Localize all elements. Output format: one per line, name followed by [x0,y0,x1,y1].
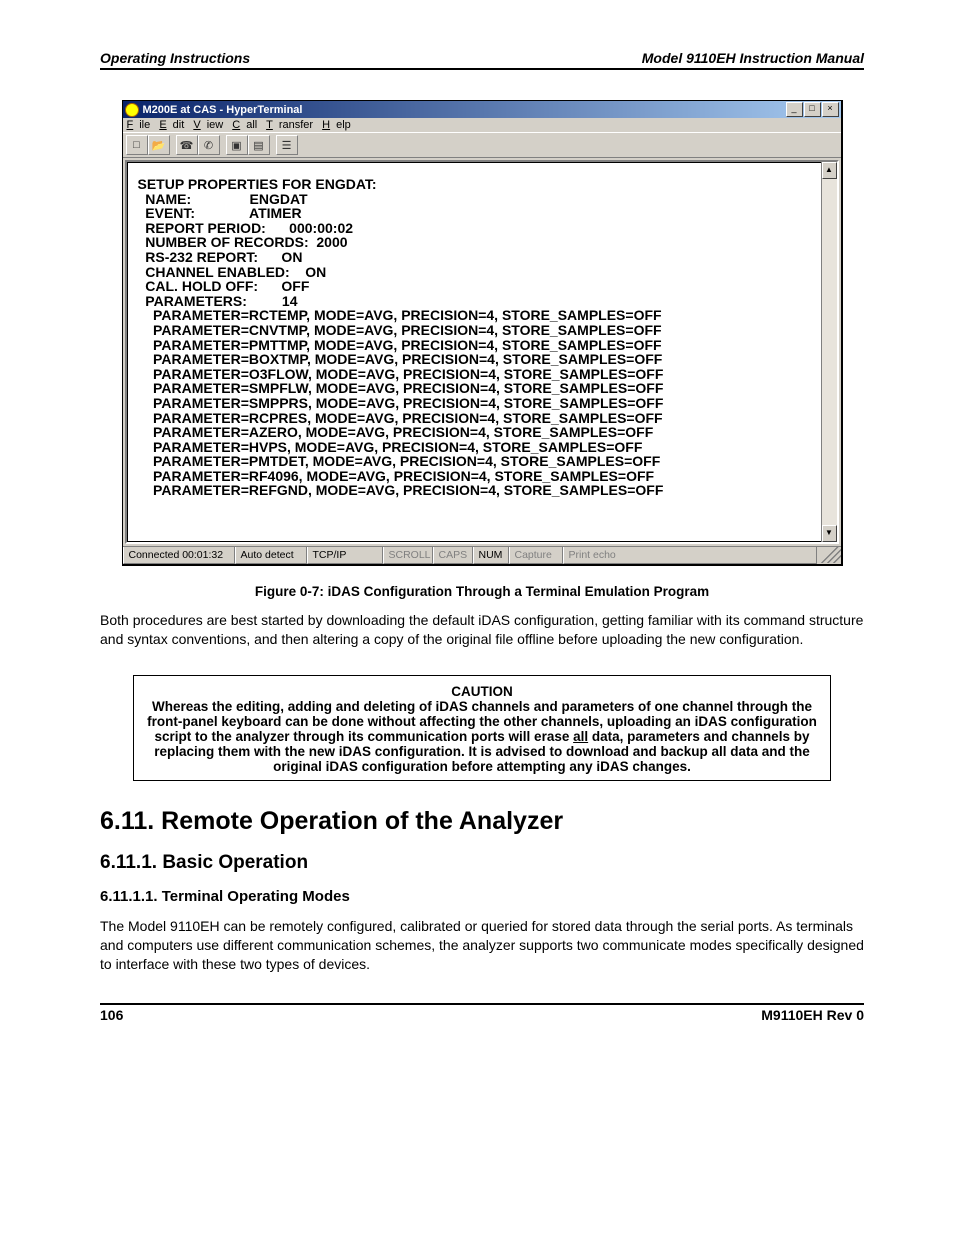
titlebar[interactable]: M200E at CAS - HyperTerminal _ □ × [123,101,841,118]
menu-help[interactable]: Help [322,119,351,131]
status-num: NUM [473,547,509,564]
page-footer: 106 M9110EH Rev 0 [100,1003,864,1023]
toolbar-open-icon[interactable]: 📂 [148,135,170,155]
menu-file[interactable]: File [127,119,151,131]
toolbar-send-icon[interactable]: ▣ [226,135,248,155]
menu-transfer[interactable]: Transfer [266,119,313,131]
caution-title: CAUTION [142,684,822,699]
footer-page: 106 [100,1007,123,1023]
status-protocol: TCP/IP [307,547,383,564]
status-connected: Connected 00:01:32 [123,547,235,564]
paragraph-terminal-modes: The Model 9110EH can be remotely configu… [100,917,864,974]
caution-body: Whereas the editing, adding and deleting… [147,699,817,774]
close-button[interactable]: × [822,102,839,117]
heading-6-11-1-1: 6.11.1.1. Terminal Operating Modes [100,888,864,905]
toolbar-properties-icon[interactable]: ☰ [276,135,298,155]
heading-6-11: 6.11. Remote Operation of the Analyzer [100,807,864,836]
status-caps: CAPS [433,547,473,564]
toolbar-connect-icon[interactable]: ☎ [176,135,198,155]
toolbar: □ 📂 ☎ ✆ ▣ ▤ ☰ [123,132,841,158]
caution-all-underline: all [573,729,588,744]
figure-caption: Figure 0-7: iDAS Configuration Through a… [100,584,864,599]
header-left: Operating Instructions [100,50,250,66]
window-title: M200E at CAS - HyperTerminal [143,104,786,116]
resize-grip-icon[interactable] [817,547,841,563]
toolbar-new-icon[interactable]: □ [126,135,148,155]
scroll-track[interactable] [822,179,837,525]
caution-box: CAUTION Whereas the editing, adding and … [133,675,831,781]
menubar: File Edit View Call Transfer Help [123,118,841,132]
hyperterminal-window: M200E at CAS - HyperTerminal _ □ × File … [122,100,843,566]
client-area: SETUP PROPERTIES FOR ENGDAT: NAME: ENGDA… [125,160,839,544]
paragraph-intro: Both procedures are best started by down… [100,611,864,649]
header-right: Model 9110EH Instruction Manual [642,50,864,66]
app-icon [125,103,139,117]
menu-edit[interactable]: Edit [159,119,184,131]
terminal-text: SETUP PROPERTIES FOR ENGDAT: NAME: ENGDA… [128,163,821,504]
scroll-down-icon[interactable]: ▼ [822,525,837,542]
toolbar-receive-icon[interactable]: ▤ [248,135,270,155]
maximize-button[interactable]: □ [804,102,821,117]
heading-6-11-1: 6.11.1. Basic Operation [100,852,864,874]
menu-view[interactable]: View [193,119,223,131]
minimize-button[interactable]: _ [786,102,803,117]
scroll-up-icon[interactable]: ▲ [822,162,837,179]
status-autodetect: Auto detect [235,547,307,564]
menu-call[interactable]: Call [232,119,257,131]
status-scroll: SCROLL [383,547,433,564]
vertical-scrollbar[interactable]: ▲ ▼ [821,162,837,542]
status-capture: Capture [509,547,563,564]
terminal-pane[interactable]: SETUP PROPERTIES FOR ENGDAT: NAME: ENGDA… [127,162,821,542]
page-header: Operating Instructions Model 9110EH Inst… [100,50,864,70]
statusbar: Connected 00:01:32 Auto detect TCP/IP SC… [123,546,841,564]
toolbar-disconnect-icon[interactable]: ✆ [198,135,220,155]
footer-rev: M9110EH Rev 0 [761,1007,864,1023]
status-printecho: Print echo [563,547,817,564]
